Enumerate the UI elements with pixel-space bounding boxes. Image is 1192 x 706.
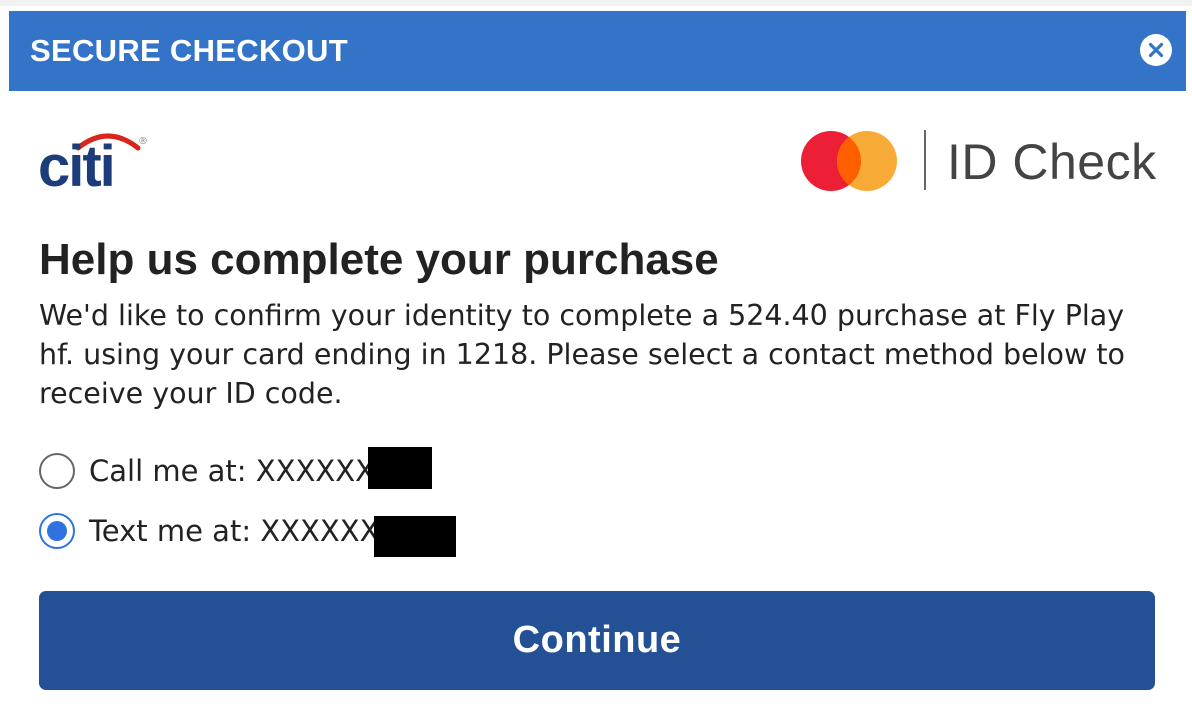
citi-logo: citi ® [38,128,158,199]
continue-button[interactable]: Continue [39,591,1155,690]
checkout-dialog: SECURE CHECKOUT citi ® ID Check Help us … [0,0,1192,706]
call-radio[interactable] [39,453,75,489]
dialog-title: SECURE CHECKOUT [30,33,348,68]
redacted-phone-text [374,516,456,557]
call-option-label: Call me at: XXXXXX9 [89,454,394,488]
purchase-description: We'd like to confirm your identity to co… [39,299,1125,410]
text-option-label: Text me at: XXXXXX [89,514,380,548]
top-border [0,0,1192,6]
mastercard-logo-icon [801,131,897,191]
logo-divider [924,130,926,190]
registered-mark: ® [138,136,148,147]
text-option[interactable]: Text me at: XXXXXX [39,510,380,552]
text-radio[interactable] [39,513,75,549]
call-option[interactable]: Call me at: XXXXXX9 [39,450,393,492]
page-heading: Help us complete your purchase [39,235,719,284]
citi-wordmark: citi [38,134,116,199]
close-button[interactable] [1140,34,1172,66]
redacted-phone-call [368,447,432,489]
id-check-label: ID Check [947,134,1157,190]
dialog-header: SECURE CHECKOUT [9,11,1186,91]
close-icon [1148,42,1164,58]
